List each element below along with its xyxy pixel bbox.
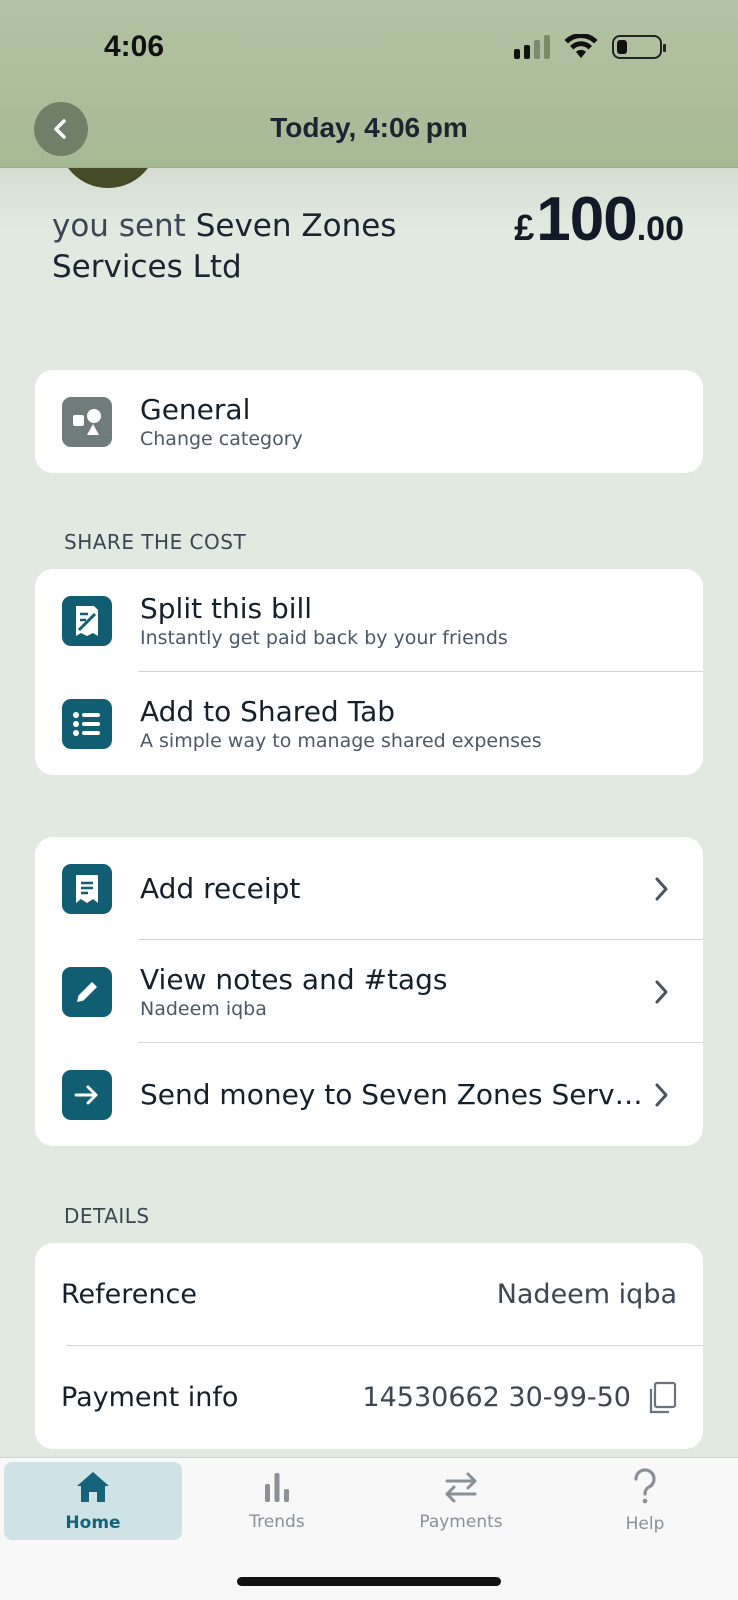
bar-chart-icon	[265, 1473, 289, 1502]
split-bill-row[interactable]: Split this bill Instantly get paid back …	[35, 569, 703, 672]
swap-arrows-icon	[445, 1472, 477, 1503]
list-icon	[62, 698, 112, 749]
transaction-amount: £ 100 .00	[514, 184, 684, 255]
tab-payments[interactable]: Payments	[372, 1462, 550, 1540]
category-card: General Change category	[35, 370, 703, 473]
transaction-description: you sent Seven Zones Services Ltd	[52, 206, 462, 288]
tab-payments-label: Payments	[419, 1512, 503, 1532]
wifi-icon	[564, 34, 598, 58]
pencil-icon	[62, 966, 112, 1017]
category-subtitle: Change category	[140, 427, 303, 450]
page-title: Today, 4:06 pm	[270, 112, 468, 143]
notes-tags-subtitle: Nadeem iqba	[140, 997, 267, 1020]
shared-tab-row[interactable]: Add to Shared Tab A simple way to manage…	[35, 672, 703, 775]
tab-trends[interactable]: Trends	[188, 1462, 366, 1540]
status-time: 4:06	[104, 30, 165, 63]
tab-trends-label: Trends	[249, 1512, 305, 1532]
add-receipt-row[interactable]: Add receipt	[35, 837, 703, 940]
payment-info-row: Payment info 14530662 30-99-50	[35, 1346, 703, 1449]
shapes-icon	[62, 396, 112, 447]
reference-row: Reference Nadeem iqba	[35, 1243, 703, 1346]
home-icon	[77, 1472, 109, 1502]
chevron-right-icon	[655, 980, 668, 1003]
send-money-title: Send money to Seven Zones Serv…	[140, 1077, 643, 1111]
status-icons	[514, 34, 666, 60]
split-bill-title: Split this bill	[140, 591, 313, 625]
receipt-icon	[62, 863, 112, 914]
sent-prefix: you sent	[52, 208, 186, 244]
question-icon	[634, 1468, 656, 1504]
send-money-row[interactable]: Send money to Seven Zones Serv…	[35, 1043, 703, 1146]
split-bill-icon	[62, 595, 112, 646]
details-card: Reference Nadeem iqba Payment info 14530…	[35, 1243, 703, 1449]
chevron-right-icon	[655, 877, 668, 900]
notes-tags-row[interactable]: View notes and #tags Nadeem iqba	[35, 940, 703, 1043]
category-row[interactable]: General Change category	[35, 370, 703, 473]
tab-home-label: Home	[65, 1513, 121, 1533]
share-section-label: SHARE THE COST	[64, 530, 247, 554]
tab-help-label: Help	[625, 1514, 665, 1534]
notes-tags-title: View notes and #tags	[140, 962, 448, 996]
tab-home[interactable]: Home	[4, 1462, 182, 1540]
add-receipt-title: Add receipt	[140, 871, 301, 905]
shared-tab-subtitle: A simple way to manage shared expenses	[140, 729, 542, 752]
details-section-label: DETAILS	[64, 1204, 150, 1228]
navigation-header: 4:06 Today, 4:06 pm	[0, 0, 738, 168]
amount-decimal: .00	[636, 210, 684, 248]
actions-card: Add receipt View notes and #tags Nadeem …	[35, 837, 703, 1146]
reference-value: Nadeem iqba	[496, 1279, 677, 1310]
tab-help[interactable]: Help	[556, 1462, 734, 1540]
reference-label: Reference	[61, 1279, 197, 1310]
shared-tab-title: Add to Shared Tab	[140, 694, 395, 728]
arrow-right-icon	[62, 1069, 112, 1120]
payment-info-label: Payment info	[61, 1382, 239, 1413]
split-bill-subtitle: Instantly get paid back by your friends	[140, 626, 508, 649]
amount-currency: £	[514, 207, 535, 248]
category-title: General	[140, 392, 251, 426]
chevron-right-icon	[655, 1083, 668, 1106]
home-indicator	[237, 1577, 501, 1586]
copy-icon[interactable]	[647, 1381, 677, 1415]
cellular-signal-icon	[514, 35, 550, 59]
amount-integer: 100	[536, 185, 637, 254]
payment-info-value: 14530662 30-99-50	[362, 1382, 631, 1413]
battery-icon	[612, 35, 666, 59]
share-card: Split this bill Instantly get paid back …	[35, 569, 703, 775]
